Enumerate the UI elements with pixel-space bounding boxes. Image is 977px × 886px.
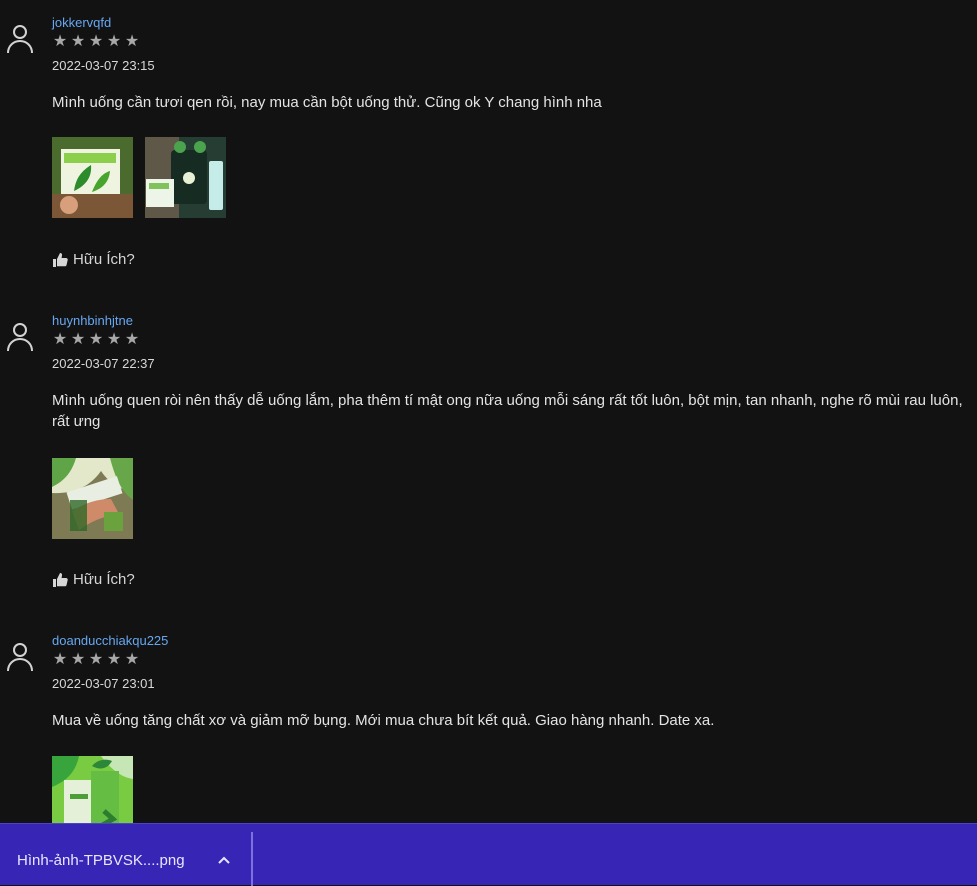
review-username[interactable]: huynhbinhjtne <box>52 313 133 328</box>
review-username[interactable]: jokkervqfd <box>52 15 111 30</box>
download-item[interactable]: Hình-ảnh-TPBVSK....png <box>0 824 251 885</box>
user-outline-icon <box>7 25 33 54</box>
rating-stars: ★ ★ ★ ★ ★ <box>52 34 140 50</box>
review-timestamp: 2022-03-07 23:15 <box>52 58 155 73</box>
star-icon: ★ <box>88 33 104 50</box>
user-outline-icon <box>7 323 33 352</box>
review-photo-thumbnail[interactable] <box>52 756 133 825</box>
star-icon: ★ <box>52 33 68 50</box>
review-timestamp: 2022-03-07 23:01 <box>52 676 155 691</box>
star-icon: ★ <box>124 331 140 348</box>
star-icon: ★ <box>70 651 86 668</box>
download-expand-button[interactable] <box>212 851 236 871</box>
review-item: jokkervqfd ★ ★ ★ ★ ★ 2022-03-07 23:15 Mì… <box>0 15 977 285</box>
helpful-label: Hữu Ích? <box>73 251 135 268</box>
star-icon: ★ <box>52 651 68 668</box>
chevron-up-icon <box>218 856 230 864</box>
star-icon: ★ <box>124 33 140 50</box>
star-icon: ★ <box>106 33 122 50</box>
helpful-label: Hữu Ích? <box>73 571 135 588</box>
avatar <box>6 322 34 352</box>
star-icon: ★ <box>70 331 86 348</box>
user-outline-icon <box>7 643 33 672</box>
review-username[interactable]: doanducchiakqu225 <box>52 633 168 648</box>
avatar <box>6 642 34 672</box>
review-list: jokkervqfd ★ ★ ★ ★ ★ 2022-03-07 23:15 Mì… <box>0 0 977 825</box>
review-photo-thumbnail[interactable] <box>52 458 133 539</box>
star-icon: ★ <box>70 33 86 50</box>
star-icon: ★ <box>124 651 140 668</box>
download-bar-divider <box>251 832 253 886</box>
star-icon: ★ <box>88 331 104 348</box>
review-photos <box>52 458 133 539</box>
download-file-name[interactable]: Hình-ảnh-TPBVSK....png <box>17 852 185 869</box>
download-bar: Hình-ảnh-TPBVSK....png <box>0 823 977 886</box>
review-photos <box>52 137 226 218</box>
star-icon: ★ <box>106 331 122 348</box>
thumbs-up-icon <box>53 572 68 587</box>
rating-stars: ★ ★ ★ ★ ★ <box>52 332 140 348</box>
review-photo-thumbnail[interactable] <box>145 137 226 218</box>
review-text: Mình uống quen ròi nên thấy dễ uống lắm,… <box>52 392 963 430</box>
thumbs-up-icon <box>53 252 68 267</box>
review-item: huynhbinhjtne ★ ★ ★ ★ ★ 2022-03-07 22:37… <box>0 313 977 603</box>
review-text: Mua về uống tăng chất xơ và giảm mỡ bụng… <box>52 712 715 729</box>
review-photos <box>52 756 133 825</box>
helpful-button[interactable]: Hữu Ích? <box>52 251 135 268</box>
star-icon: ★ <box>52 331 68 348</box>
review-item: doanducchiakqu225 ★ ★ ★ ★ ★ 2022-03-07 2… <box>0 633 977 825</box>
star-icon: ★ <box>88 651 104 668</box>
helpful-button[interactable]: Hữu Ích? <box>52 571 135 588</box>
star-icon: ★ <box>106 651 122 668</box>
avatar <box>6 24 34 54</box>
review-text: Mình uống cần tươi qen rồi, nay mua cần … <box>52 94 602 111</box>
rating-stars: ★ ★ ★ ★ ★ <box>52 652 140 668</box>
review-timestamp: 2022-03-07 22:37 <box>52 356 155 371</box>
review-photo-thumbnail[interactable] <box>52 137 133 218</box>
